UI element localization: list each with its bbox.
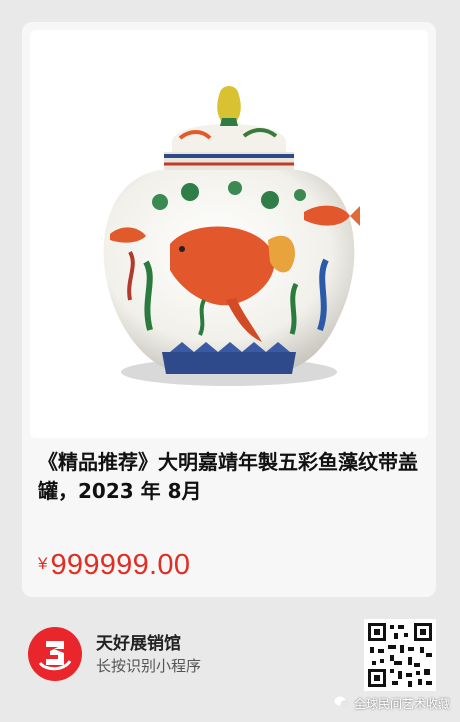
product-card[interactable]: 《精品推荐》大明嘉靖年製五彩鱼藻纹带盖罐，2023 年 8月 ¥999999.0… bbox=[22, 22, 436, 597]
mini-program-footer: 天好展销馆 长按识别小程序 全球民间艺术收藏 bbox=[0, 597, 460, 722]
product-image[interactable] bbox=[30, 30, 428, 438]
watermark: 全球民间艺术收藏 bbox=[334, 695, 450, 712]
mini-program-qr-code[interactable] bbox=[364, 619, 436, 691]
wechat-icon bbox=[334, 695, 350, 712]
price-amount: 999999.00 bbox=[50, 549, 191, 581]
shop-name[interactable]: 天好展销馆 bbox=[96, 629, 181, 654]
scan-hint: 长按识别小程序 bbox=[96, 657, 202, 675]
product-title[interactable]: 《精品推荐》大明嘉靖年製五彩鱼藻纹带盖罐，2023 年 8月 bbox=[38, 448, 422, 506]
jar-illustration bbox=[103, 86, 360, 386]
shop-logo-icon[interactable] bbox=[26, 625, 84, 683]
currency-symbol: ¥ bbox=[38, 554, 48, 573]
product-price: ¥999999.00 bbox=[38, 549, 190, 582]
watermark-text: 全球民间艺术收藏 bbox=[353, 697, 450, 711]
